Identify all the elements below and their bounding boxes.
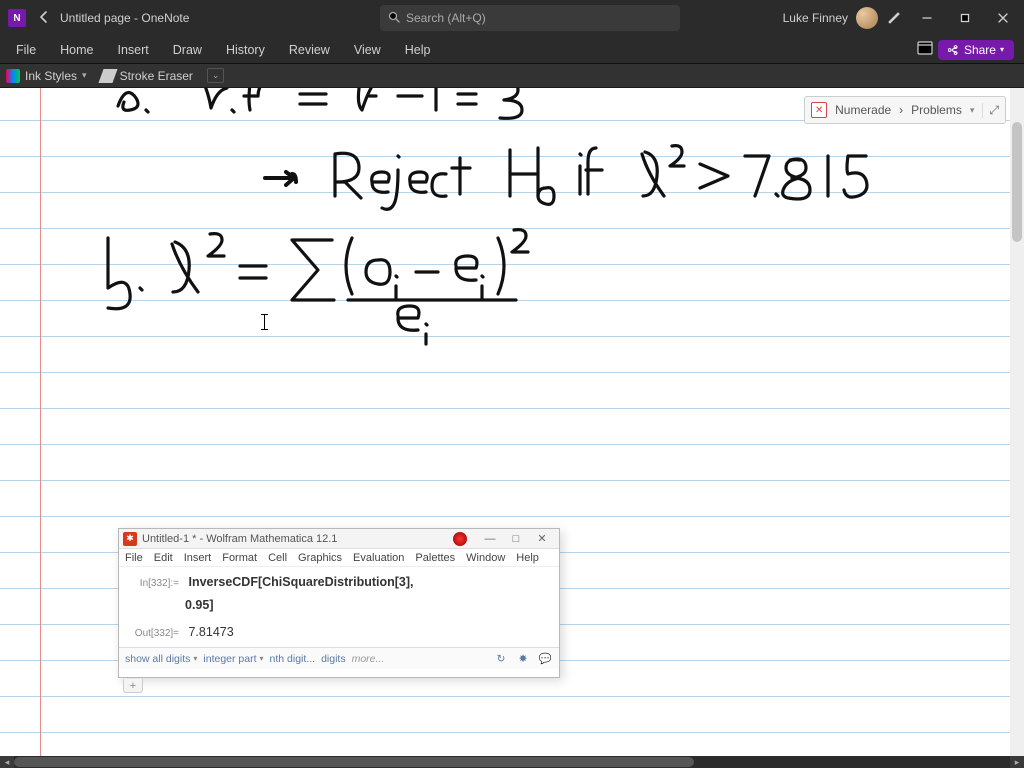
stroke-eraser-label: Stroke Eraser <box>120 69 193 83</box>
tab-view[interactable]: View <box>342 36 393 64</box>
mathematica-suggestions-bar: show all digits▾ integer part▾ nth digit… <box>119 647 559 669</box>
mathematica-menubar: File Edit Insert Format Cell Graphics Ev… <box>119 549 559 567</box>
ink-replay-icon[interactable] <box>882 9 906 28</box>
m-menu-evaluation[interactable]: Evaluation <box>353 552 404 564</box>
m-menu-format[interactable]: Format <box>222 552 257 564</box>
m-menu-window[interactable]: Window <box>466 552 505 564</box>
document-title: Untitled page - OneNote <box>60 11 189 25</box>
tab-help[interactable]: Help <box>393 36 443 64</box>
scroll-right-arrow[interactable]: ▸ <box>1010 756 1024 768</box>
m-menu-file[interactable]: File <box>125 552 143 564</box>
mathematica-add-cell[interactable]: + <box>123 679 143 693</box>
gear-icon[interactable]: ✸ <box>515 651 531 667</box>
mathematica-titlebar[interactable]: ✱ Untitled-1 * - Wolfram Mathematica 12.… <box>119 529 559 549</box>
tab-insert[interactable]: Insert <box>106 36 161 64</box>
stroke-eraser-button[interactable]: Stroke Eraser <box>101 69 193 83</box>
m-menu-help[interactable]: Help <box>516 552 539 564</box>
toolrow-overflow[interactable]: ⌄ <box>207 68 225 83</box>
in-code-line1[interactable]: InverseCDF[ChiSquareDistribution[3], <box>188 575 413 589</box>
mathematica-title: Untitled-1 * - Wolfram Mathematica 12.1 <box>142 533 453 545</box>
tab-review[interactable]: Review <box>277 36 342 64</box>
mathematica-notebook[interactable]: In[332]:= InverseCDF[ChiSquareDistributi… <box>119 567 559 647</box>
tab-draw[interactable]: Draw <box>161 36 214 64</box>
close-button[interactable] <box>986 0 1020 36</box>
maximize-button[interactable] <box>948 0 982 36</box>
chevron-down-icon: ⌄ <box>207 68 225 83</box>
user-area: Luke Finney <box>783 0 1024 36</box>
user-name[interactable]: Luke Finney <box>783 11 848 25</box>
m-menu-palettes[interactable]: Palettes <box>415 552 455 564</box>
m-menu-cell[interactable]: Cell <box>268 552 287 564</box>
text-cursor <box>264 314 265 330</box>
share-button[interactable]: Share ▾ <box>938 40 1014 60</box>
refresh-icon[interactable]: ↻ <box>493 651 509 667</box>
chevron-down-icon: ▾ <box>1000 45 1004 54</box>
eraser-icon <box>98 69 117 83</box>
ribbon-tabs: File Home Insert Draw History Review Vie… <box>0 36 1024 64</box>
mathematica-maximize[interactable]: □ <box>503 533 529 545</box>
suggest-show-all-digits[interactable]: show all digits▾ <box>125 653 197 665</box>
horizontal-scrollbar[interactable]: ◂ ▸ <box>0 756 1024 768</box>
mathematica-window[interactable]: ✱ Untitled-1 * - Wolfram Mathematica 12.… <box>118 528 560 678</box>
avatar[interactable] <box>856 7 878 29</box>
tab-file[interactable]: File <box>4 36 48 64</box>
search-placeholder: Search (Alt+Q) <box>406 11 486 25</box>
suggest-integer-part[interactable]: integer part▾ <box>203 653 263 665</box>
back-button[interactable] <box>32 10 56 27</box>
m-menu-insert[interactable]: Insert <box>184 552 212 564</box>
note-canvas[interactable]: ✕ Numerade › Problems ▾ ⤢ <box>0 88 1024 756</box>
mathematica-minimize[interactable]: ― <box>477 533 503 545</box>
titlebar: N Untitled page - OneNote Search (Alt+Q)… <box>0 0 1024 36</box>
vertical-scrollbar[interactable] <box>1010 88 1024 756</box>
ink-swatch-icon <box>6 69 20 83</box>
chevron-down-icon: ▾ <box>82 70 87 81</box>
tab-home[interactable]: Home <box>48 36 105 64</box>
m-menu-graphics[interactable]: Graphics <box>298 552 342 564</box>
suggest-digits[interactable]: digits <box>321 653 346 665</box>
in-code-line2[interactable]: 0.95] <box>185 598 214 612</box>
suggest-more[interactable]: more... <box>352 653 385 665</box>
in-label: In[332]:= <box>125 576 179 591</box>
draw-toolrow: Ink Styles ▾ Stroke Eraser ⌄ <box>0 64 1024 88</box>
ink-styles-label: Ink Styles <box>25 69 77 83</box>
suggest-nth-digit[interactable]: nth digit... <box>270 653 316 665</box>
search-icon <box>388 11 400 26</box>
mathematica-app-icon: ✱ <box>123 532 137 546</box>
scroll-left-arrow[interactable]: ◂ <box>0 756 14 768</box>
scrollbar-thumb[interactable] <box>1012 122 1022 242</box>
out-value: 7.81473 <box>188 625 233 639</box>
mathematica-close[interactable]: ✕ <box>529 532 555 545</box>
chat-icon[interactable]: 💬 <box>537 651 553 667</box>
search-box[interactable]: Search (Alt+Q) <box>380 5 680 31</box>
m-menu-edit[interactable]: Edit <box>154 552 173 564</box>
minimize-button[interactable] <box>910 0 944 36</box>
out-label: Out[332]= <box>125 626 179 641</box>
share-label: Share <box>964 43 996 57</box>
reading-view-icon[interactable] <box>912 41 938 58</box>
notification-dot-icon[interactable] <box>453 532 467 546</box>
ink-styles-button[interactable]: Ink Styles ▾ <box>6 69 87 83</box>
scrollbar-thumb[interactable] <box>14 757 694 767</box>
scrollbar-track[interactable] <box>14 756 1010 768</box>
onenote-app-icon: N <box>8 9 26 27</box>
tab-history[interactable]: History <box>214 36 277 64</box>
